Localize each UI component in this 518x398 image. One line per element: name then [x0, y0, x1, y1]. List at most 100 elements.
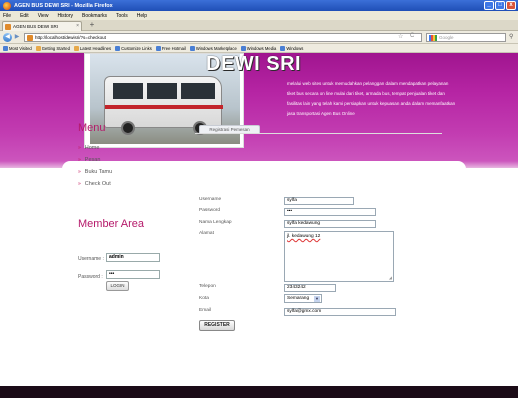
google-icon: [429, 35, 437, 41]
bookmark-label: Windows Marketplace: [195, 45, 237, 51]
bookmark-item[interactable]: Free Hotmail: [155, 45, 186, 51]
tab-bar: AGEN BUS DEWI SRI × +: [0, 20, 518, 31]
browser-tab[interactable]: AGEN BUS DEWI SRI ×: [2, 21, 82, 31]
bookmark-icon: [3, 45, 8, 51]
bookmark-label: Getting Started: [41, 45, 70, 51]
telepon-input[interactable]: 2343242: [284, 284, 336, 292]
bookmark-star-icon[interactable]: ☆: [398, 33, 403, 40]
member-username-input[interactable]: admin: [106, 253, 160, 262]
bookmark-label: Latest Headlines: [79, 45, 112, 51]
bookmark-item[interactable]: Windows Media: [240, 45, 277, 51]
footer-bar: [0, 386, 518, 398]
window-controls: _ □ x: [484, 1, 516, 10]
bookmark-item[interactable]: Customize Links: [115, 45, 152, 51]
member-password-label: Password :: [78, 274, 103, 280]
sidebar-item-label: Buku Tamu: [84, 169, 113, 175]
menu-bookmarks[interactable]: Bookmarks: [82, 13, 107, 19]
register-button[interactable]: REGISTER: [199, 320, 235, 331]
bookmark-icon: [155, 45, 161, 51]
bus-window: [181, 83, 215, 99]
bookmark-item[interactable]: Most Visited: [3, 45, 32, 51]
sidebar-item-pesan[interactable]: » Pesan: [78, 154, 112, 166]
email-label: Email: [199, 308, 211, 313]
back-button[interactable]: ◀: [3, 33, 12, 42]
bookmark-icon: [189, 45, 195, 51]
bookmark-label: Windows: [286, 45, 304, 51]
bookmark-label: Windows Media: [246, 45, 277, 51]
menu-file[interactable]: File: [3, 13, 11, 19]
menu-edit[interactable]: Edit: [20, 13, 29, 19]
new-tab-button[interactable]: +: [86, 21, 98, 30]
sidebar-item-check-out[interactable]: » Check Out: [78, 178, 112, 190]
bookmark-icon: [280, 45, 286, 51]
bookmark-icon: [73, 45, 79, 51]
search-go-icon[interactable]: ⚲: [509, 33, 513, 40]
maximize-button[interactable]: □: [495, 1, 505, 10]
password-label: Password: [199, 208, 221, 213]
login-button[interactable]: LOGIN: [106, 281, 129, 291]
sidebar-item-label: Home: [84, 145, 100, 151]
site-logo: DEWI SRI: [206, 53, 302, 75]
nama-lengkap-input[interactable]: sylfa kedawung: [284, 220, 376, 228]
password-input[interactable]: •••: [284, 208, 376, 216]
bookmark-label: Most Visited: [9, 45, 32, 51]
member-username-label: Username :: [78, 256, 104, 262]
bus-stripe: [105, 105, 223, 109]
alamat-label: Alamat: [199, 231, 214, 236]
forward-button[interactable]: ▶: [13, 34, 21, 41]
bullet-icon: »: [78, 145, 81, 151]
username-input[interactable]: sylfa: [284, 197, 354, 205]
bus-window: [113, 83, 143, 99]
search-placeholder: Google: [439, 35, 454, 40]
bullet-icon: »: [78, 181, 81, 187]
bookmark-item[interactable]: Windows Marketplace: [189, 45, 237, 51]
page-margin-right: [466, 168, 518, 388]
bookmark-item[interactable]: Getting Started: [35, 45, 70, 51]
bookmark-icon: [240, 45, 246, 51]
url-bar[interactable]: http://localhost/dewisri/?s=checkout: [24, 33, 422, 42]
kota-select[interactable]: Semarang ▼: [284, 294, 322, 303]
navigation-bar: ◀ ▶ http://localhost/dewisri/?s=checkout…: [0, 31, 518, 44]
bookmark-icon: [35, 45, 41, 51]
bus-image: [104, 76, 223, 135]
chevron-down-icon[interactable]: ▼: [314, 296, 320, 302]
menu-view[interactable]: View: [38, 13, 49, 19]
url-text: http://localhost/dewisri/?s=checkout: [35, 35, 106, 40]
sidebar-item-buku-tamu[interactable]: » Buku Tamu: [78, 166, 112, 178]
menu-heading: Menu: [78, 122, 106, 134]
menu-tools[interactable]: Tools: [116, 13, 128, 19]
intro-text: melalui web sites untuk memudahkan pelan…: [287, 81, 456, 116]
sidebar-item-home[interactable]: » Home: [78, 142, 112, 154]
username-label: Username: [199, 197, 222, 202]
alamat-value: jl. kedawung 12: [287, 234, 321, 239]
nama-lengkap-label: Nama Lengkap: [199, 220, 232, 225]
member-password-input[interactable]: •••: [106, 270, 160, 279]
url-favicon-icon: [27, 35, 33, 41]
reload-button[interactable]: C: [410, 33, 414, 39]
bullet-icon: »: [78, 157, 81, 163]
resize-handle-icon[interactable]: ◢: [389, 275, 392, 280]
bookmark-item[interactable]: Windows: [280, 45, 304, 51]
bookmark-item[interactable]: Latest Headlines: [73, 45, 112, 51]
window-titlebar: AGEN BUS DEWI SRI - Mozilla Firefox _ □ …: [0, 0, 518, 11]
page-margin-left: [0, 168, 62, 388]
tab-label: AGEN BUS DEWI SRI: [13, 24, 59, 29]
bookmark-label: Customize Links: [121, 45, 152, 51]
email-input[interactable]: sylfa@gmx.com: [284, 308, 396, 316]
search-input[interactable]: Google: [426, 33, 506, 42]
bus-window: [147, 83, 177, 99]
bullet-icon: »: [78, 169, 81, 175]
menu-history[interactable]: History: [57, 13, 73, 19]
tab-favicon-icon: [5, 23, 11, 30]
tab-close-icon[interactable]: ×: [76, 23, 79, 29]
close-button[interactable]: x: [506, 1, 516, 10]
bookmark-label: Free Hotmail: [161, 45, 186, 51]
bookmarks-toolbar: Most Visited Getting Started Latest Headli…: [0, 44, 518, 53]
kota-label: Kota: [199, 296, 209, 301]
telepon-label: Telepon: [199, 284, 216, 289]
menu-bar: File Edit View History Bookmarks Tools H…: [0, 11, 518, 20]
menu-help[interactable]: Help: [137, 13, 147, 19]
alamat-textarea[interactable]: jl. kedawung 12 ◢: [284, 231, 394, 282]
minimize-button[interactable]: _: [484, 1, 494, 10]
sidebar-item-label: Pesan: [84, 157, 101, 163]
